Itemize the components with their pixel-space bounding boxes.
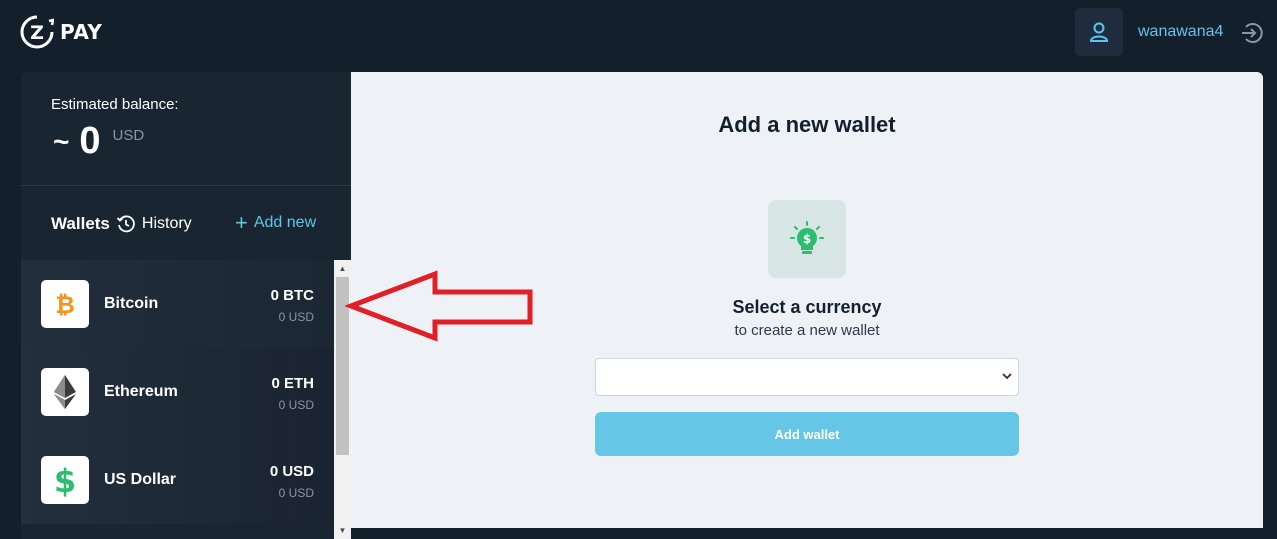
wallet-name: US Dollar xyxy=(104,471,177,488)
wallet-name: Bitcoin xyxy=(104,295,159,312)
wallet-list: ₿ Bitcoin 0 BTC 0 USD Ethereum 0 ETH 0 U… xyxy=(21,260,334,539)
dollar-icon: $ xyxy=(41,456,89,504)
scroll-down-arrow-icon[interactable]: ▼ xyxy=(334,522,351,539)
svg-text:$: $ xyxy=(803,232,811,246)
balance-label: Estimated balance: xyxy=(51,96,179,113)
wallet-amount: 0 USD xyxy=(269,463,314,480)
wallet-item-us-dollar[interactable]: $ US Dollar 0 USD 0 USD xyxy=(21,436,334,524)
add-new-wallet-link[interactable]: + Add new xyxy=(235,210,317,235)
wallet-item-bitcoin[interactable]: ₿ Bitcoin 0 BTC 0 USD xyxy=(21,260,334,348)
wallet-amount: 0 ETH xyxy=(271,375,314,392)
wallet-usd-value: 0 USD xyxy=(278,486,314,500)
lightbulb-icon: $ xyxy=(768,200,846,278)
svg-text:₿: ₿ xyxy=(55,291,75,318)
wallet-amount: 0 BTC xyxy=(270,287,314,304)
balance-tilde: ~ xyxy=(53,126,70,157)
history-icon[interactable] xyxy=(116,214,136,234)
tab-history[interactable]: History xyxy=(142,215,192,233)
chevron-down-icon xyxy=(1002,373,1012,380)
username-link[interactable]: wanawana4 xyxy=(1138,23,1223,41)
annotation-arrow-icon xyxy=(345,270,533,342)
wallet-tabs: Wallets History + Add new xyxy=(51,210,351,235)
svg-text:$: $ xyxy=(54,463,76,497)
logo[interactable]: Z PAY xyxy=(20,15,102,49)
wallet-item-ethereum[interactable]: Ethereum 0 ETH 0 USD xyxy=(21,348,334,436)
page-title: Add a new wallet xyxy=(718,112,896,137)
plus-icon: + xyxy=(235,210,248,235)
balance-amount: 0 xyxy=(79,120,101,162)
ethereum-icon xyxy=(41,368,89,416)
currency-select[interactable] xyxy=(595,358,1019,396)
add-wallet-button[interactable]: Add wallet xyxy=(595,412,1019,456)
user-icon xyxy=(1089,22,1109,42)
bitcoin-icon: ₿ xyxy=(41,280,89,328)
balance-unit: USD xyxy=(112,127,145,144)
logo-text: PAY xyxy=(60,20,103,44)
logout-icon[interactable] xyxy=(1240,21,1264,45)
logo-icon: Z xyxy=(20,15,54,49)
svg-text:Z: Z xyxy=(30,22,44,44)
divider xyxy=(21,185,351,186)
tab-wallets[interactable]: Wallets xyxy=(51,214,110,234)
wallet-usd-value: 0 USD xyxy=(278,398,314,412)
wallet-name: Ethereum xyxy=(104,383,178,400)
add-new-label: Add new xyxy=(253,214,317,231)
user-profile-button[interactable] xyxy=(1075,8,1123,56)
sidebar: Estimated balance: ~ 0 USD Wallets Histo… xyxy=(21,72,351,539)
wallet-usd-value: 0 USD xyxy=(278,310,314,324)
balance-value: ~ 0 USD xyxy=(53,120,144,163)
